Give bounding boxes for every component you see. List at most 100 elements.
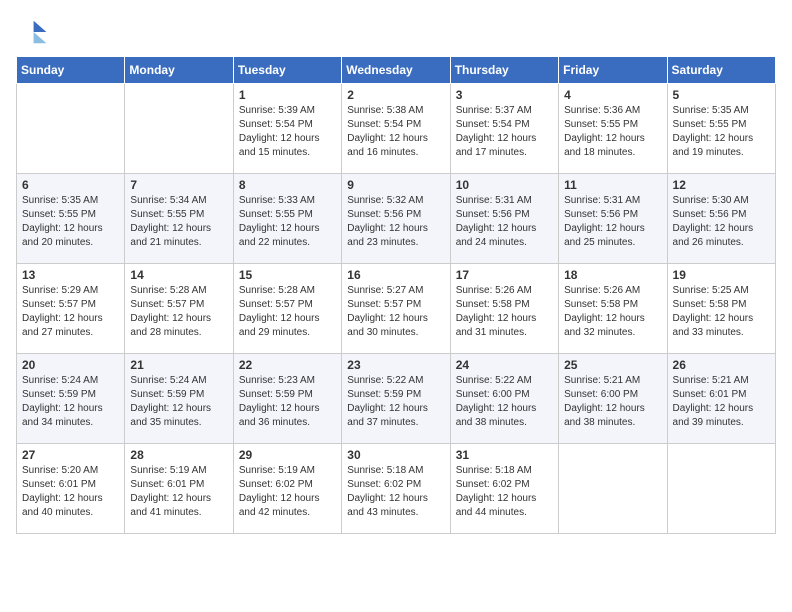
day-number: 25 — [564, 358, 661, 372]
calendar-cell: 24 Sunrise: 5:22 AMSunset: 6:00 PMDayligh… — [450, 354, 558, 444]
day-info: Sunrise: 5:36 AMSunset: 5:55 PMDaylight:… — [564, 104, 661, 160]
calendar-cell: 27 Sunrise: 5:20 AMSunset: 6:01 PMDayligh… — [17, 444, 125, 534]
day-number: 27 — [22, 448, 119, 462]
day-info: Sunrise: 5:26 AMSunset: 5:58 PMDaylight:… — [456, 284, 553, 340]
calendar-cell: 8 Sunrise: 5:33 AMSunset: 5:55 PMDaylight… — [233, 174, 341, 264]
calendar-cell: 19 Sunrise: 5:25 AMSunset: 5:58 PMDayligh… — [667, 264, 775, 354]
calendar-cell: 31 Sunrise: 5:18 AMSunset: 6:02 PMDayligh… — [450, 444, 558, 534]
calendar-cell: 23 Sunrise: 5:22 AMSunset: 5:59 PMDayligh… — [342, 354, 450, 444]
weekday-header: Tuesday — [233, 57, 341, 84]
day-info: Sunrise: 5:38 AMSunset: 5:54 PMDaylight:… — [347, 104, 444, 160]
day-info: Sunrise: 5:37 AMSunset: 5:54 PMDaylight:… — [456, 104, 553, 160]
calendar-cell: 1 Sunrise: 5:39 AMSunset: 5:54 PMDaylight… — [233, 84, 341, 174]
calendar-header: SundayMondayTuesdayWednesdayThursdayFrid… — [17, 57, 776, 84]
calendar-cell: 17 Sunrise: 5:26 AMSunset: 5:58 PMDayligh… — [450, 264, 558, 354]
calendar-cell: 21 Sunrise: 5:24 AMSunset: 5:59 PMDayligh… — [125, 354, 233, 444]
day-info: Sunrise: 5:21 AMSunset: 6:01 PMDaylight:… — [673, 374, 770, 430]
day-info: Sunrise: 5:25 AMSunset: 5:58 PMDaylight:… — [673, 284, 770, 340]
calendar-cell: 26 Sunrise: 5:21 AMSunset: 6:01 PMDayligh… — [667, 354, 775, 444]
day-number: 1 — [239, 88, 336, 102]
day-info: Sunrise: 5:23 AMSunset: 5:59 PMDaylight:… — [239, 374, 336, 430]
calendar-cell: 18 Sunrise: 5:26 AMSunset: 5:58 PMDayligh… — [559, 264, 667, 354]
calendar-cell: 10 Sunrise: 5:31 AMSunset: 5:56 PMDayligh… — [450, 174, 558, 264]
calendar-cell: 15 Sunrise: 5:28 AMSunset: 5:57 PMDayligh… — [233, 264, 341, 354]
calendar-cell: 12Sunrise: 5:30 AMSunset: 5:56 PMDayligh… — [667, 174, 775, 264]
calendar-cell: 13Sunrise: 5:29 AMSunset: 5:57 PMDayligh… — [17, 264, 125, 354]
day-number: 24 — [456, 358, 553, 372]
day-info: Sunrise: 5:28 AMSunset: 5:57 PMDaylight:… — [239, 284, 336, 340]
calendar-cell: 28Sunrise: 5:19 AMSunset: 6:01 PMDayligh… — [125, 444, 233, 534]
calendar-cell: 22 Sunrise: 5:23 AMSunset: 5:59 PMDayligh… — [233, 354, 341, 444]
calendar-cell: 2 Sunrise: 5:38 AMSunset: 5:54 PMDaylight… — [342, 84, 450, 174]
weekday-header: Monday — [125, 57, 233, 84]
day-info: Sunrise: 5:32 AMSunset: 5:56 PMDaylight:… — [347, 194, 444, 250]
page-header — [16, 16, 776, 48]
calendar-cell: 11 Sunrise: 5:31 AMSunset: 5:56 PMDayligh… — [559, 174, 667, 264]
calendar-cell: 29 Sunrise: 5:19 AMSunset: 6:02 PMDayligh… — [233, 444, 341, 534]
day-number: 2 — [347, 88, 444, 102]
day-info: Sunrise: 5:18 AMSunset: 6:02 PMDaylight:… — [347, 464, 444, 520]
weekday-header: Thursday — [450, 57, 558, 84]
calendar-cell — [559, 444, 667, 534]
day-number: 9 — [347, 178, 444, 192]
day-info: Sunrise: 5:35 AMSunset: 5:55 PMDaylight:… — [673, 104, 770, 160]
day-info: Sunrise: 5:20 AMSunset: 6:01 PMDaylight:… — [22, 464, 119, 520]
day-info: Sunrise: 5:35 AMSunset: 5:55 PMDaylight:… — [22, 194, 119, 250]
day-number: 4 — [564, 88, 661, 102]
day-number: 14 — [130, 268, 227, 282]
day-info: Sunrise: 5:22 AMSunset: 5:59 PMDaylight:… — [347, 374, 444, 430]
day-number: 8 — [239, 178, 336, 192]
day-info: Sunrise: 5:27 AMSunset: 5:57 PMDaylight:… — [347, 284, 444, 340]
day-number: 5 — [673, 88, 770, 102]
day-info: Sunrise: 5:22 AMSunset: 6:00 PMDaylight:… — [456, 374, 553, 430]
day-number: 10 — [456, 178, 553, 192]
day-info: Sunrise: 5:39 AMSunset: 5:54 PMDaylight:… — [239, 104, 336, 160]
calendar-cell: 16Sunrise: 5:27 AMSunset: 5:57 PMDayligh… — [342, 264, 450, 354]
day-info: Sunrise: 5:24 AMSunset: 5:59 PMDaylight:… — [130, 374, 227, 430]
day-number: 23 — [347, 358, 444, 372]
day-info: Sunrise: 5:33 AMSunset: 5:55 PMDaylight:… — [239, 194, 336, 250]
calendar-cell — [17, 84, 125, 174]
weekday-header: Friday — [559, 57, 667, 84]
logo-icon — [16, 16, 48, 48]
day-number: 28 — [130, 448, 227, 462]
calendar-cell: 14 Sunrise: 5:28 AMSunset: 5:57 PMDayligh… — [125, 264, 233, 354]
calendar-table: SundayMondayTuesdayWednesdayThursdayFrid… — [16, 56, 776, 534]
calendar-cell — [667, 444, 775, 534]
day-number: 18 — [564, 268, 661, 282]
day-info: Sunrise: 5:19 AMSunset: 6:02 PMDaylight:… — [239, 464, 336, 520]
day-number: 26 — [673, 358, 770, 372]
calendar-cell: 20 Sunrise: 5:24 AMSunset: 5:59 PMDayligh… — [17, 354, 125, 444]
day-number: 11 — [564, 178, 661, 192]
calendar-cell — [125, 84, 233, 174]
day-number: 30 — [347, 448, 444, 462]
weekday-header: Saturday — [667, 57, 775, 84]
day-info: Sunrise: 5:34 AMSunset: 5:55 PMDaylight:… — [130, 194, 227, 250]
day-number: 20 — [22, 358, 119, 372]
calendar-cell: 9 Sunrise: 5:32 AMSunset: 5:56 PMDaylight… — [342, 174, 450, 264]
day-info: Sunrise: 5:24 AMSunset: 5:59 PMDaylight:… — [22, 374, 119, 430]
day-number: 17 — [456, 268, 553, 282]
day-info: Sunrise: 5:18 AMSunset: 6:02 PMDaylight:… — [456, 464, 553, 520]
day-number: 21 — [130, 358, 227, 372]
calendar-cell: 30 Sunrise: 5:18 AMSunset: 6:02 PMDayligh… — [342, 444, 450, 534]
day-info: Sunrise: 5:31 AMSunset: 5:56 PMDaylight:… — [564, 194, 661, 250]
calendar-cell: 6 Sunrise: 5:35 AMSunset: 5:55 PMDaylight… — [17, 174, 125, 264]
day-info: Sunrise: 5:31 AMSunset: 5:56 PMDaylight:… — [456, 194, 553, 250]
calendar-cell: 3 Sunrise: 5:37 AMSunset: 5:54 PMDaylight… — [450, 84, 558, 174]
day-number: 15 — [239, 268, 336, 282]
calendar-cell: 5 Sunrise: 5:35 AMSunset: 5:55 PMDaylight… — [667, 84, 775, 174]
day-number: 3 — [456, 88, 553, 102]
day-number: 31 — [456, 448, 553, 462]
calendar-cell: 7 Sunrise: 5:34 AMSunset: 5:55 PMDaylight… — [125, 174, 233, 264]
day-number: 6 — [22, 178, 119, 192]
day-number: 29 — [239, 448, 336, 462]
day-info: Sunrise: 5:28 AMSunset: 5:57 PMDaylight:… — [130, 284, 227, 340]
day-number: 12 — [673, 178, 770, 192]
day-info: Sunrise: 5:29 AMSunset: 5:57 PMDaylight:… — [22, 284, 119, 340]
calendar-cell: 4 Sunrise: 5:36 AMSunset: 5:55 PMDaylight… — [559, 84, 667, 174]
day-number: 22 — [239, 358, 336, 372]
day-number: 19 — [673, 268, 770, 282]
day-number: 7 — [130, 178, 227, 192]
day-info: Sunrise: 5:26 AMSunset: 5:58 PMDaylight:… — [564, 284, 661, 340]
